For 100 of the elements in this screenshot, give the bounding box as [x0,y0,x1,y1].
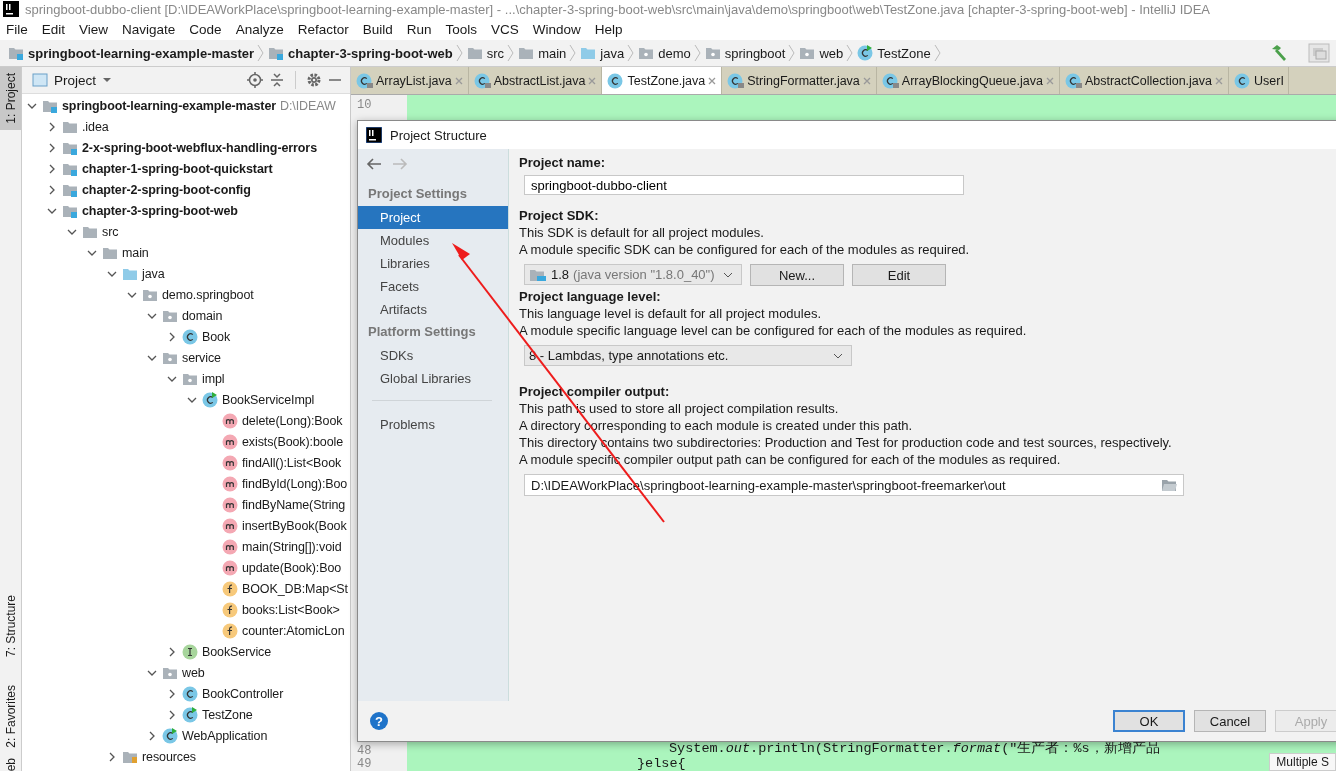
menu-item[interactable]: Edit [41,21,66,37]
tree-item[interactable]: BookServiceImpl [222,392,315,407]
tree-item[interactable]: update(Book):Boo [242,560,342,575]
class-icon [182,685,198,702]
nav-item[interactable]: SDKs [358,344,508,367]
breadcrumb-item[interactable]: main [538,45,567,61]
dropdown-caret-icon[interactable] [102,75,113,85]
tree-item[interactable]: main(String[]):void [242,539,342,554]
tool-window-tab[interactable]: 7: Structure [0,588,21,663]
close-icon[interactable] [707,75,718,86]
tree-item[interactable]: chapter-2-spring-boot-config [82,182,251,197]
breadcrumb-item[interactable]: demo [658,45,691,61]
tree-item[interactable]: TestZone [202,707,253,722]
tree-item[interactable]: main [122,245,149,260]
tree-item[interactable]: delete(Long):Book [242,413,343,428]
runnable-class-icon [202,391,218,408]
tree-item[interactable]: BOOK_DB:Map<St [242,581,348,596]
menu-item[interactable]: Window [532,21,581,37]
field-icon [222,580,238,597]
window-title: springboot-dubbo-client [D:\IDEAWorkPlace\springboot-learning-example-master] - ...\chapter-3-spring-boot-web\src\main\java\demo\springboot\web\TestZone.java [chapter-3-spring-boot-web] - IntelliJ IDEA [25,1,1210,17]
nav-item[interactable]: Problems [358,413,508,436]
menu-item[interactable]: Run [406,21,432,37]
tree-item[interactable]: findById(Long):Boo [242,476,348,491]
menu-item[interactable]: Analyze [235,21,284,37]
tree-item[interactable]: exists(Book):boole [242,434,344,449]
settings-icon[interactable] [306,72,322,88]
field-label: Project SDK: [519,208,600,225]
menu-item[interactable]: Help [594,21,623,37]
tree-item[interactable]: 2-x-spring-boot-webflux-handling-errors [82,140,317,155]
nav-item[interactable]: Artifacts [358,298,508,321]
tree-item[interactable]: counter:AtomicLon [242,623,345,638]
breadcrumb-item[interactable]: springboot-learning-example-master [28,45,255,61]
back-arrow-icon[interactable] [366,157,382,171]
tool-window-tab[interactable]: 1: Project [0,67,21,130]
collapse-all-icon[interactable] [269,72,285,88]
tree-item[interactable]: service [182,350,221,365]
tree-item[interactable]: chapter-1-spring-boot-quickstart [82,161,273,176]
tree-item[interactable]: findByName(String [242,497,346,512]
tree-item[interactable]: web [182,665,205,680]
tree-item[interactable]: findAll():List<Book [242,455,342,470]
breadcrumb-item[interactable]: src [486,45,505,61]
folder-icon[interactable] [1161,478,1177,492]
sdk-button[interactable]: Edit [852,264,946,286]
editor-tab[interactable]: ArrayBlockingQueue.java [876,67,1060,94]
tree-item[interactable]: resources [142,749,196,764]
locate-icon[interactable] [247,72,263,88]
breadcrumb-item[interactable]: chapter-3-spring-boot-web [288,45,453,61]
dropdown-caret-icon [723,270,733,279]
breadcrumb-item[interactable]: springboot [724,45,786,61]
menu-item[interactable]: File [6,21,28,37]
nav-item[interactable]: Libraries [358,252,508,275]
editor-tab[interactable]: ArrayList.java [351,67,469,94]
tree-item[interactable]: src [102,224,119,239]
menu-item[interactable]: Tools [445,21,477,37]
menu-item[interactable]: Refactor [297,21,349,37]
menu-item[interactable]: Navigate [122,21,176,37]
tree-item[interactable]: domain [182,308,223,323]
nav-item[interactable]: Modules [358,229,508,252]
app-logo-icon [366,127,382,143]
nav-item[interactable]: Facets [358,275,508,298]
editor-tab[interactable]: UserI [1229,67,1289,94]
breadcrumb-item[interactable]: web [819,45,844,61]
breadcrumb-item[interactable]: TestZone [877,45,931,61]
tool-window-tab[interactable]: eb [0,755,21,771]
project-name-field[interactable]: springboot-dubbo-client [524,175,964,195]
tree-item[interactable]: impl [202,371,225,386]
help-button[interactable]: ? [370,712,388,730]
dialog-button[interactable]: OK [1113,710,1185,732]
tree-item[interactable]: Book [202,329,231,344]
tree-item[interactable]: chapter-3-spring-boot-web [82,203,238,218]
tool-window-tab[interactable]: 2: Favorites [0,678,21,754]
sdk-button[interactable]: New... [750,264,844,286]
dropdown-caret-icon [833,351,843,360]
panel-title[interactable]: Project [54,72,97,88]
breadcrumb-item[interactable]: java [600,45,625,61]
tree-item[interactable]: WebApplication [182,728,268,743]
tree-item[interactable]: demo.springboot [162,287,254,302]
tree-item[interactable]: .idea [82,119,109,134]
tree-item[interactable]: springboot-learning-example-master [62,98,276,113]
folder-icon [518,46,535,60]
description-text: This path is used to store all project compilation results. [519,401,840,418]
dialog-title: Project Structure [390,127,487,143]
tree-item[interactable]: books:List<Book> [242,602,340,617]
menu-item[interactable]: VCS [491,21,519,37]
editor-tab[interactable]: StringFormatter.java [722,67,877,94]
field-icon [222,622,238,639]
nav-item[interactable]: Project [358,206,508,229]
tree-item[interactable]: java [142,266,165,281]
tree-item[interactable]: BookController [202,686,284,701]
editor-tab[interactable]: AbstractCollection.java [1059,67,1230,94]
menu-item[interactable]: Build [362,21,393,37]
dialog-button[interactable]: Cancel [1194,710,1266,732]
tree-item[interactable]: BookService [202,644,272,659]
sdk-dropdown[interactable]: 1.8 (java version "1.8.0_40") [524,264,742,285]
tree-item[interactable]: insertByBook(Book [242,518,347,533]
nav-item[interactable]: Global Libraries [358,367,508,390]
editor-tab[interactable]: TestZone.java [602,67,723,94]
separator-chevron-icon [507,43,516,63]
menu-item[interactable]: Code [189,21,222,37]
menu-item[interactable]: View [79,21,109,37]
